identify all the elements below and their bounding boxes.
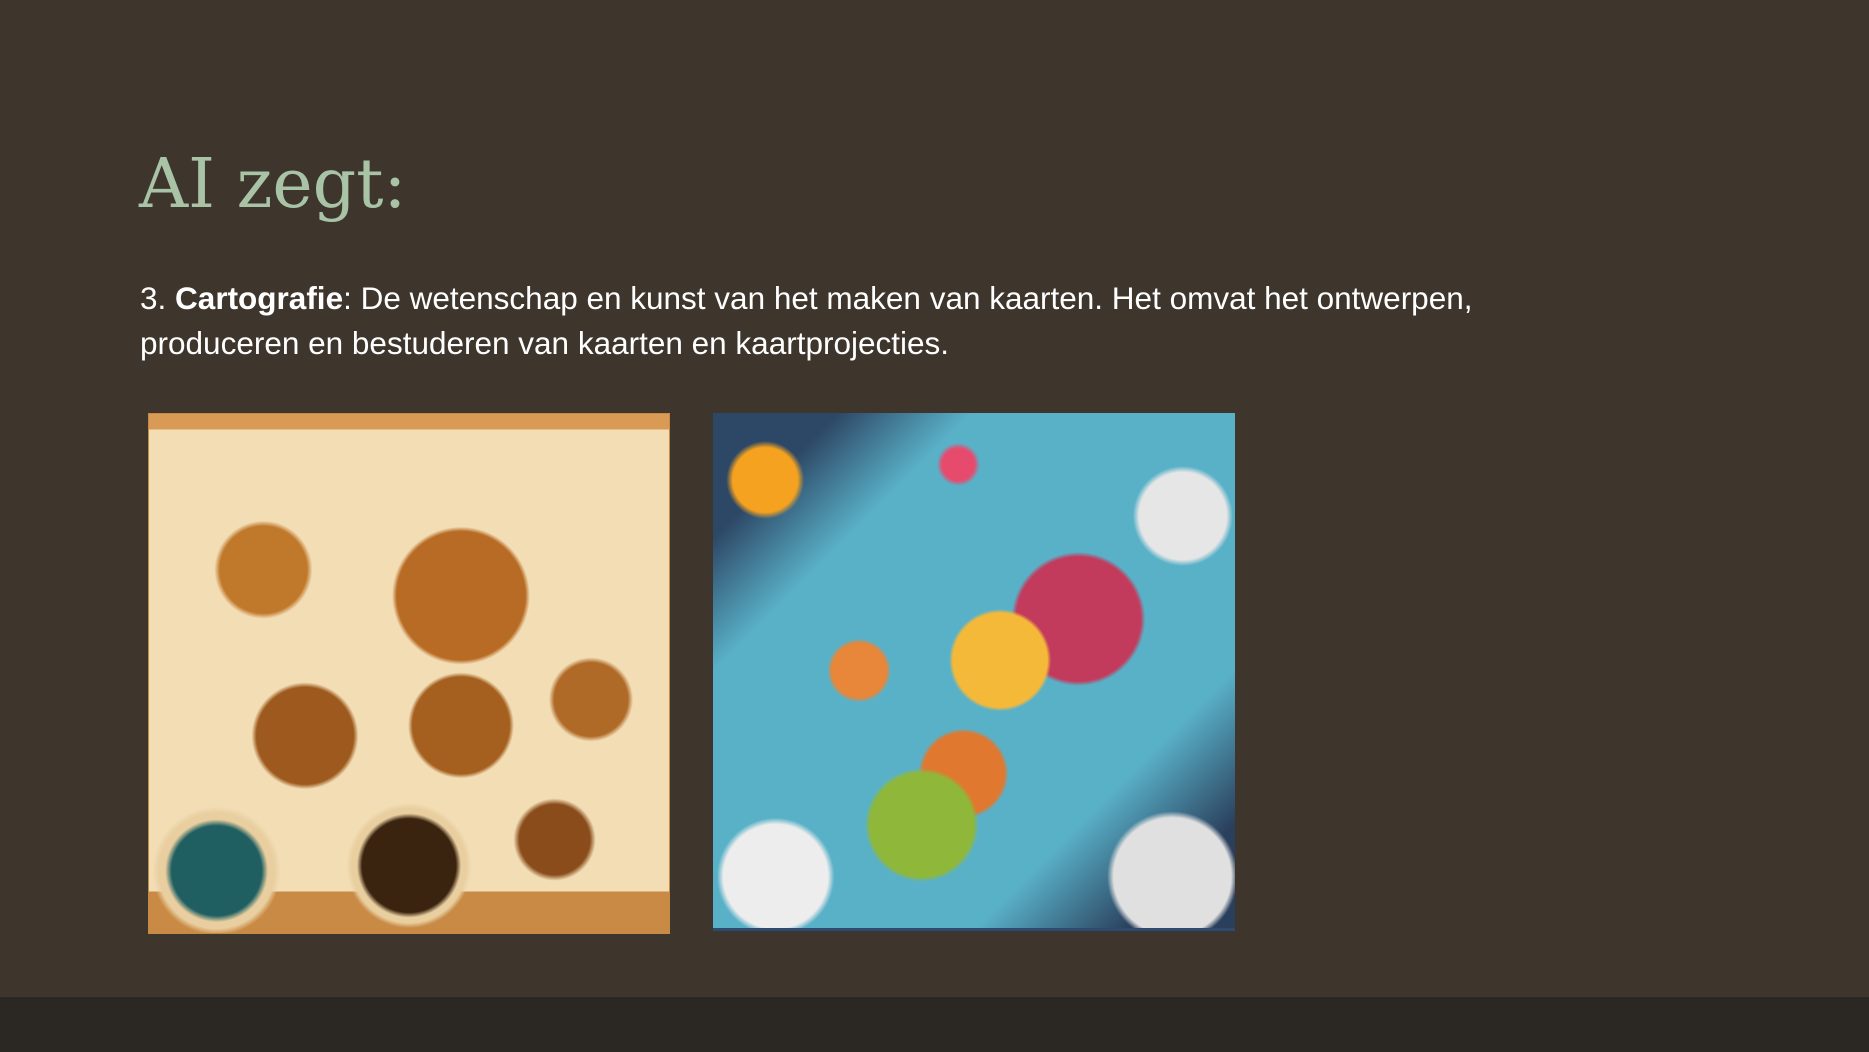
slide: AI zegt: 3. Cartografie: De wetenschap e… <box>0 0 1869 997</box>
slide-title: AI zegt: <box>139 145 407 224</box>
vintage-world-map-image <box>148 413 670 934</box>
footer-band <box>0 997 1869 1052</box>
definition-paragraph: 3. Cartografie: De wetenschap en kunst v… <box>140 276 1640 366</box>
term-cartografie: Cartografie <box>175 280 344 316</box>
list-number: 3. <box>140 280 167 316</box>
colorful-world-map-image <box>713 413 1235 931</box>
